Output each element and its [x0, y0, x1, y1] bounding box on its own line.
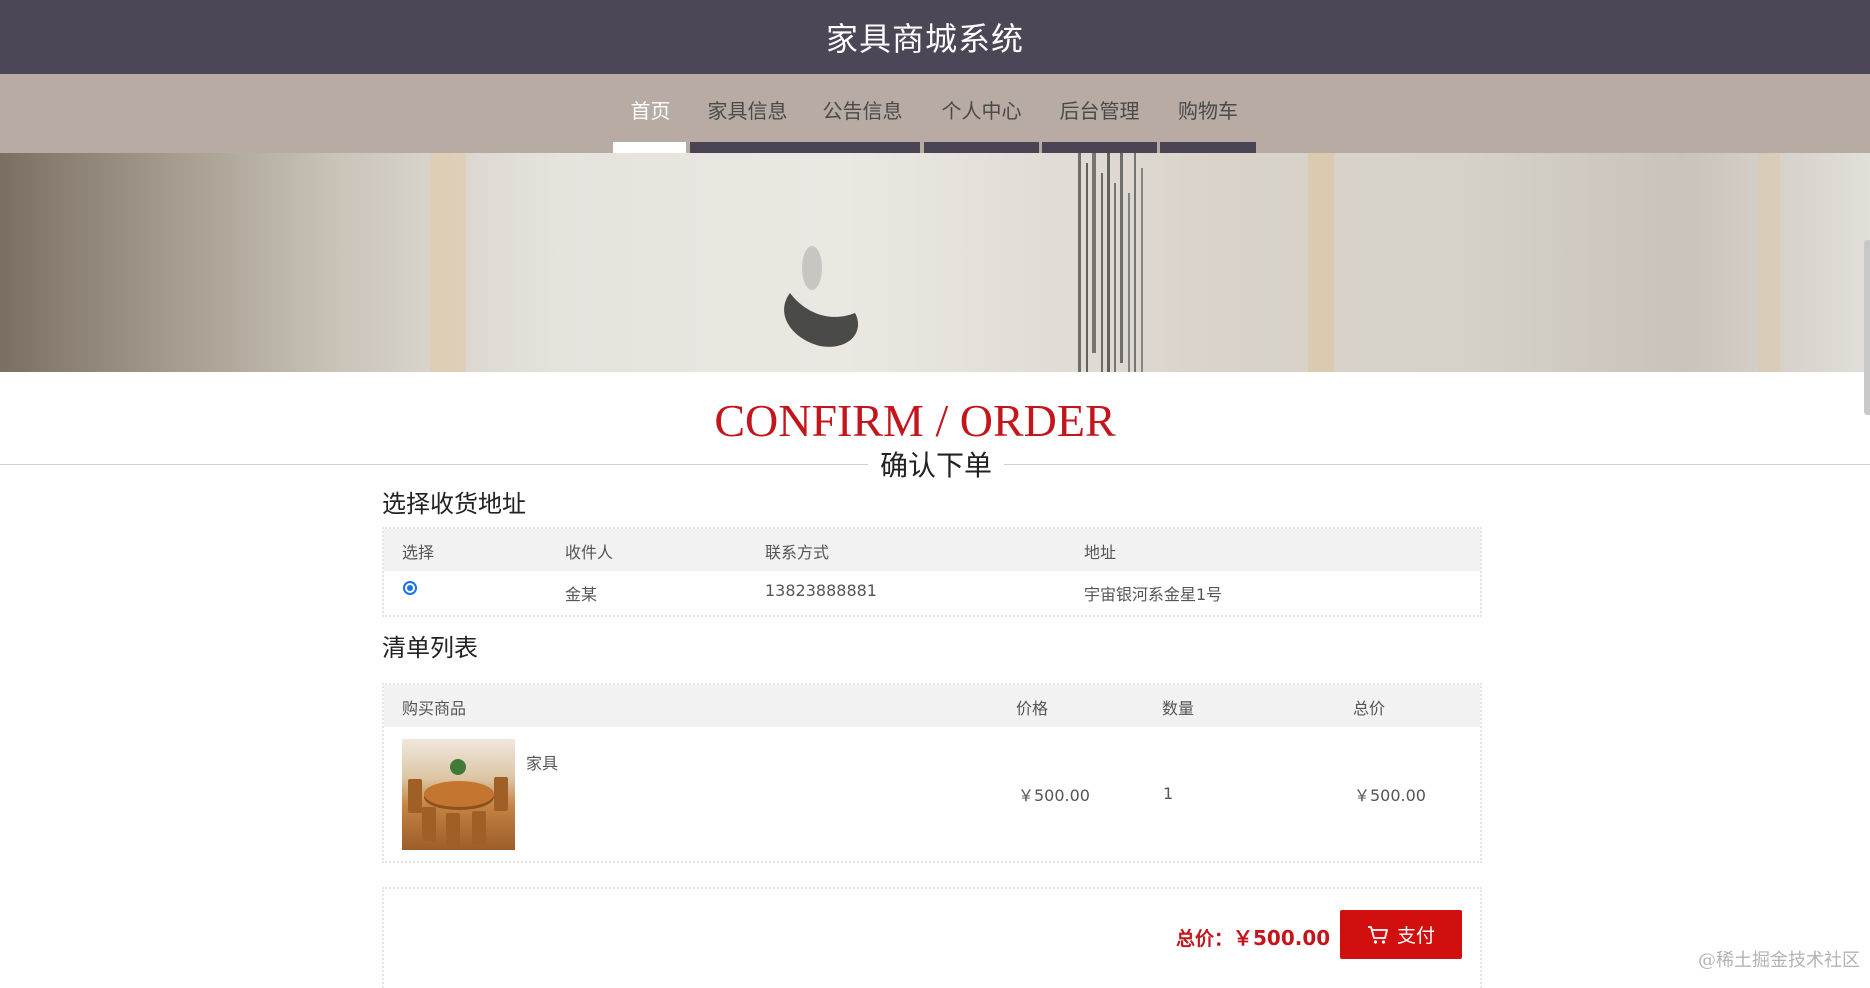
address-table: 选择 收件人 联系方式 地址 金某 13823888881 宇宙银河系金星1号 — [382, 527, 1482, 617]
watermark: @稀土掘金技术社区 — [1698, 950, 1860, 971]
column-header: 选择 — [402, 543, 435, 562]
address-radio[interactable] — [403, 581, 417, 595]
chair-shape — [446, 813, 460, 847]
product-price: ￥500.00 — [1018, 786, 1090, 805]
product-image[interactable] — [402, 739, 515, 850]
product-total: ￥500.00 — [1354, 786, 1426, 805]
page-title-en: CONFIRM / ORDER — [714, 395, 1116, 446]
nav-indicator — [1042, 142, 1157, 153]
page-title-cn: 确认下单 — [868, 448, 1005, 484]
banner-art — [430, 153, 1780, 372]
banner-image — [0, 153, 1870, 372]
recipient-address: 宇宙银河系金星1号 — [1084, 585, 1223, 604]
column-header: 收件人 — [565, 543, 614, 562]
column-header: 地址 — [1084, 543, 1117, 562]
column-header: 购买商品 — [402, 699, 467, 718]
order-table: 购买商品 价格 数量 总价 家具 ￥500.00 1 ￥500.00 — [382, 683, 1482, 863]
product-quantity: 1 — [1163, 784, 1174, 803]
plant-shape — [450, 759, 466, 775]
column-header: 联系方式 — [765, 543, 830, 562]
column-header: 价格 — [1016, 699, 1049, 718]
cart-icon — [1367, 925, 1388, 944]
chair-shape — [422, 807, 436, 841]
nav-indicator — [1160, 142, 1256, 153]
address-section-title: 选择收货地址 — [382, 490, 526, 518]
total-value: ￥500.00 — [1233, 926, 1331, 950]
site-header: 家具商城系统 — [0, 0, 1870, 74]
site-title: 家具商城系统 — [825, 20, 1024, 58]
nav-indicator — [690, 142, 920, 153]
chair-shape — [494, 777, 508, 811]
table-shape — [424, 781, 494, 807]
order-table-header: 购买商品 价格 数量 总价 — [384, 685, 1480, 727]
column-header: 总价 — [1353, 699, 1386, 718]
order-summary: 总价：￥500.00 支付 — [382, 887, 1482, 988]
total-price: 总价：￥500.00 — [1176, 922, 1330, 951]
address-table-header: 选择 收件人 联系方式 地址 — [384, 529, 1480, 571]
product-name[interactable]: 家具 — [526, 750, 558, 774]
pay-label: 支付 — [1396, 925, 1435, 947]
recipient-phone: 13823888881 — [765, 581, 877, 600]
recipient-name: 金某 — [565, 585, 598, 604]
pay-button[interactable]: 支付 — [1340, 910, 1462, 959]
chair-shape — [408, 779, 422, 813]
column-header: 数量 — [1162, 699, 1195, 718]
nav-indicator — [924, 142, 1039, 153]
nav-indicator-active — [613, 142, 686, 153]
order-section-title: 清单列表 — [382, 634, 478, 662]
chair-shape — [472, 811, 486, 845]
scrollbar[interactable] — [1864, 240, 1870, 415]
total-label: 总价： — [1176, 928, 1234, 950]
